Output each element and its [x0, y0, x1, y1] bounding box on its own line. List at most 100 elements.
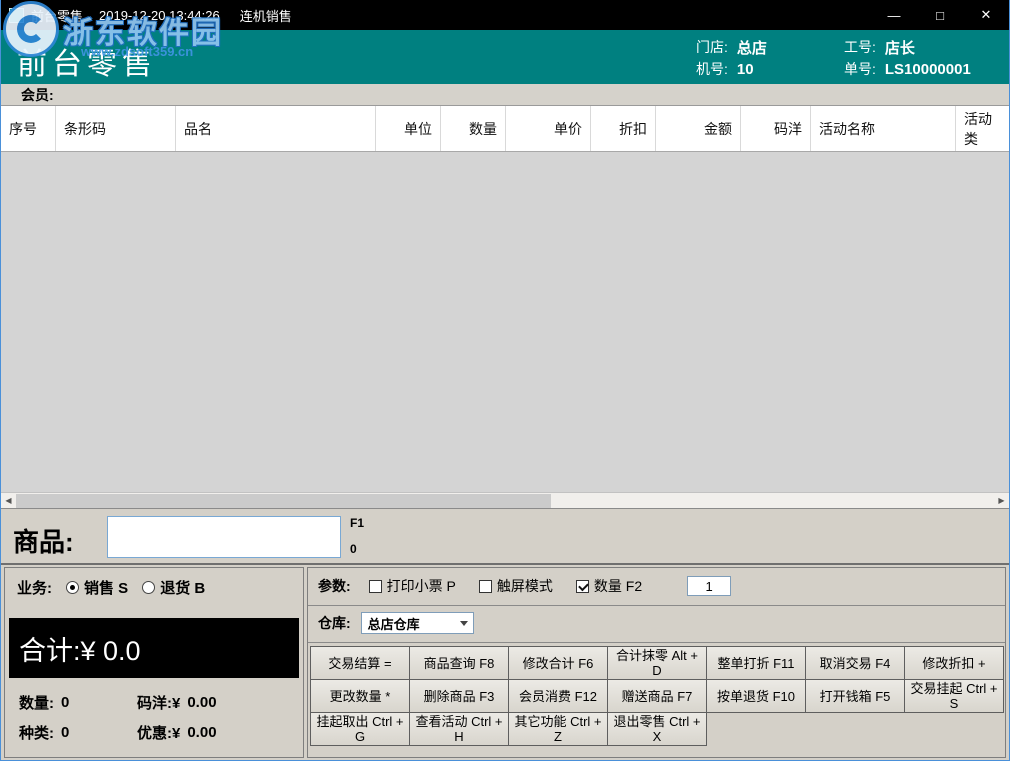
whole-order-discount-button[interactable]: 整单打折 F11 [706, 646, 806, 680]
totals-panel: 业务: 销售 S 退货 B 合计:¥ 0.0 数量: 0 码洋:¥ [4, 567, 304, 758]
print-receipt-checkbox[interactable]: 打印小票 P [369, 576, 456, 596]
store-value: 总店 [737, 37, 767, 58]
machine-label: 机号: [696, 59, 728, 79]
touch-mode-checkbox[interactable]: 触屏模式 [479, 576, 553, 596]
sale-radio[interactable]: 销售 S [52, 577, 128, 598]
app-header: 前台零售 门店: 总店 机号: 10 工号: 店长 单号: LS10000001 [1, 30, 1009, 84]
totals-stats: 数量: 0 码洋:¥ 0.00 种类: 0 优惠:¥ 0.00 [19, 692, 297, 743]
col-product-name: 品名 [176, 106, 376, 151]
function-buttons: 交易结算 = 商品查询 F8 修改合计 F6 合计抹零 Alt + D 整单打折… [310, 646, 1003, 746]
col-barcode: 条形码 [56, 106, 176, 151]
discount-stat-value: 0.00 [187, 724, 216, 741]
radio-checked-icon [66, 581, 79, 594]
button-row-3: 挂起取出 Ctrl + G 查看活动 Ctrl + H 其它功能 Ctrl + … [310, 712, 1003, 746]
horizontal-scrollbar[interactable]: ◀ ▶ [1, 492, 1009, 508]
checkbox-unchecked-icon [479, 580, 492, 593]
close-button[interactable]: ✕ [963, 0, 1009, 30]
bottom-area: 业务: 销售 S 退货 B 合计:¥ 0.0 数量: 0 码洋:¥ [1, 565, 1009, 760]
product-input[interactable] [107, 516, 341, 558]
window-datetime: 2019-12-20 13:44:26 [99, 8, 220, 23]
items-table-header: 序号 条形码 品名 单位 数量 单价 折扣 金额 码洋 活动名称 活动类 [1, 106, 1009, 152]
maximize-button[interactable]: □ [917, 0, 963, 30]
quantity-mode-checkbox[interactable]: 数量 F2 [576, 576, 642, 596]
grand-total-display: 合计:¥ 0.0 [9, 618, 299, 678]
col-amount: 金额 [656, 106, 741, 151]
app-icon [9, 8, 24, 23]
employee-label: 工号: [844, 37, 876, 57]
open-cash-drawer-button[interactable]: 打开钱箱 F5 [805, 679, 905, 713]
order-value: LS10000001 [885, 61, 971, 78]
member-consume-button[interactable]: 会员消费 F12 [508, 679, 608, 713]
return-by-order-button[interactable]: 按单退货 F10 [706, 679, 806, 713]
col-activity-name: 活动名称 [811, 106, 956, 151]
view-activity-button[interactable]: 查看活动 Ctrl + H [409, 712, 509, 746]
cancel-transaction-button[interactable]: 取消交易 F4 [805, 646, 905, 680]
settle-button[interactable]: 交易结算 = [310, 646, 410, 680]
items-table-body [1, 152, 1009, 492]
checkbox-checked-icon [576, 580, 589, 593]
print-receipt-label: 打印小票 P [387, 576, 456, 596]
col-activity-type: 活动类 [956, 106, 1009, 151]
modify-total-button[interactable]: 修改合计 F6 [508, 646, 608, 680]
product-entry-panel: 商品: F1 0 [1, 508, 1009, 565]
warehouse-label: 仓库: [318, 613, 351, 633]
return-radio-label: 退货 B [160, 577, 205, 598]
divider [308, 605, 1005, 606]
gift-item-button[interactable]: 赠送商品 F7 [607, 679, 707, 713]
col-seq: 序号 [1, 106, 56, 151]
scroll-right-icon[interactable]: ▶ [994, 493, 1009, 508]
button-row-1: 交易结算 = 商品查询 F8 修改合计 F6 合计抹零 Alt + D 整单打折… [310, 646, 1003, 680]
button-row-2: 更改数量 * 删除商品 F3 会员消费 F12 赠送商品 F7 按单退货 F10… [310, 679, 1003, 713]
col-quantity: 数量 [441, 106, 506, 151]
order-label: 单号: [844, 59, 876, 79]
discount-stat-label: 优惠:¥ [137, 722, 180, 743]
quantity-mode-label: 数量 F2 [594, 576, 642, 596]
delete-item-button[interactable]: 删除商品 F3 [409, 679, 509, 713]
scrollbar-thumb[interactable] [16, 494, 551, 508]
col-unit-price: 单价 [506, 106, 591, 151]
suspend-transaction-button[interactable]: 交易挂起 Ctrl + S [904, 679, 1004, 713]
radio-unchecked-icon [142, 581, 155, 594]
list-price-stat-value: 0.00 [187, 694, 216, 711]
business-row: 业务: 销售 S 退货 B [17, 577, 205, 598]
actions-panel: 参数: 打印小票 P 触屏模式 数量 F2 仓库: [307, 567, 1006, 758]
kinds-stat-label: 种类: [19, 722, 54, 743]
change-quantity-button[interactable]: 更改数量 * [310, 679, 410, 713]
quantity-input[interactable] [687, 576, 731, 596]
other-functions-button[interactable]: 其它功能 Ctrl + Z [508, 712, 608, 746]
kinds-stat-value: 0 [61, 724, 69, 741]
employee-order-info: 工号: 店长 单号: LS10000001 [844, 36, 971, 80]
params-label: 参数: [318, 576, 351, 596]
kinds-stat: 种类: 0 [19, 722, 137, 743]
scroll-left-icon[interactable]: ◀ [1, 493, 16, 508]
chevron-down-icon [460, 621, 468, 626]
pos-window: 前台零售 2019-12-20 13:44:26 连机销售 — □ ✕ 前台零售… [0, 0, 1010, 761]
quantity-stat-value: 0 [61, 694, 69, 711]
discount-stat: 优惠:¥ 0.00 [137, 722, 297, 743]
minimize-button[interactable]: — [871, 0, 917, 30]
col-list-price: 码洋 [741, 106, 811, 151]
member-label: 会员: [21, 85, 54, 105]
warehouse-select[interactable]: 总店仓库 [361, 612, 474, 634]
modify-discount-button[interactable]: 修改折扣 + [904, 646, 1004, 680]
retrieve-suspended-button[interactable]: 挂起取出 Ctrl + G [310, 712, 410, 746]
col-unit: 单位 [376, 106, 441, 151]
window-controls: — □ ✕ [871, 0, 1009, 30]
col-discount: 折扣 [591, 106, 656, 151]
exit-retail-button[interactable]: 退出零售 Ctrl + X [607, 712, 707, 746]
window-title: 前台零售 [31, 6, 83, 25]
product-label: 商品: [13, 522, 74, 559]
return-radio[interactable]: 退货 B [128, 577, 205, 598]
quantity-stat: 数量: 0 [19, 692, 137, 713]
list-price-stat: 码洋:¥ 0.00 [137, 692, 297, 713]
window-mode: 连机销售 [240, 6, 292, 25]
product-query-button[interactable]: 商品查询 F8 [409, 646, 509, 680]
store-machine-info: 门店: 总店 机号: 10 [696, 36, 767, 80]
warehouse-selected-value: 总店仓库 [368, 614, 420, 633]
round-off-total-button[interactable]: 合计抹零 Alt + D [607, 646, 707, 680]
touch-mode-label: 触屏模式 [497, 576, 553, 596]
warehouse-row: 仓库: 总店仓库 [318, 612, 474, 634]
quantity-stat-label: 数量: [19, 692, 54, 713]
titlebar: 前台零售 2019-12-20 13:44:26 连机销售 — □ ✕ [1, 0, 1009, 30]
list-price-stat-label: 码洋:¥ [137, 692, 180, 713]
